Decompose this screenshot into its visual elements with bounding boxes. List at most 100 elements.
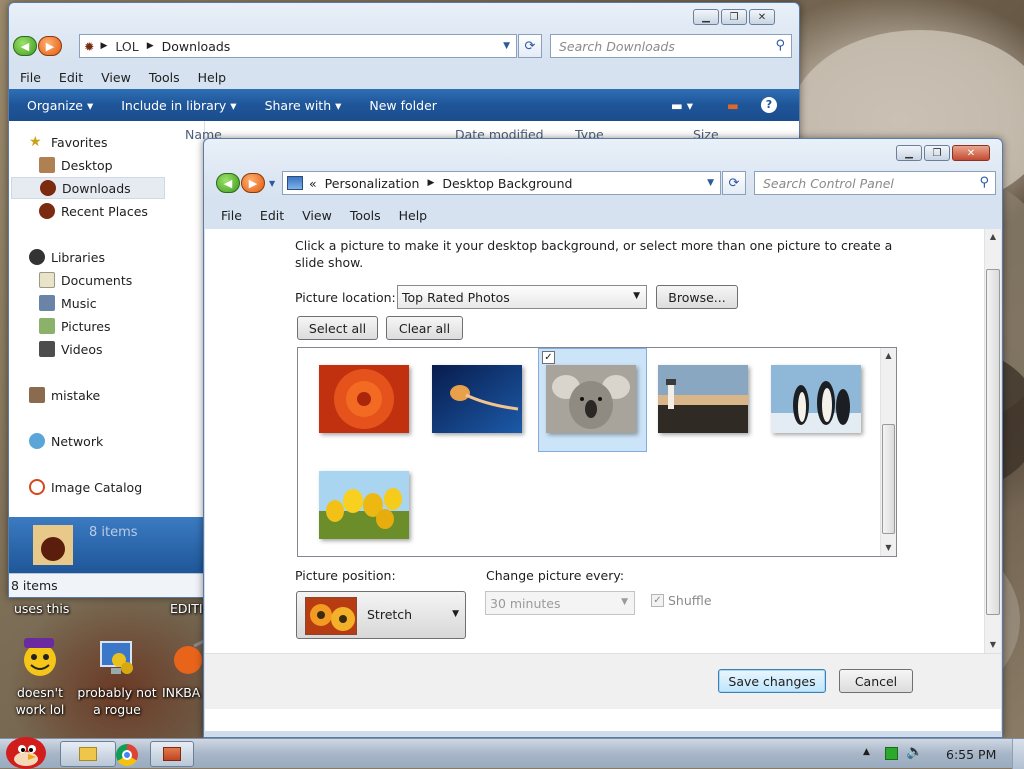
menu-edit[interactable]: Edit bbox=[251, 208, 293, 223]
taskbar-explorer-button[interactable] bbox=[60, 741, 116, 767]
browse-button[interactable]: Browse... bbox=[656, 285, 738, 309]
picture-location-dropdown[interactable]: Top Rated Photos ▼ bbox=[397, 285, 647, 309]
scroll-down-icon[interactable]: ▼ bbox=[985, 637, 1001, 653]
menu-tools[interactable]: Tools bbox=[341, 208, 390, 223]
share-with-button[interactable]: Share with ▾ bbox=[265, 98, 342, 113]
shuffle-checkbox[interactable]: ✓ Shuffle bbox=[651, 593, 712, 608]
view-options-icon[interactable]: ▬ ▾ bbox=[671, 98, 693, 113]
picture-position-dropdown[interactable]: Stretch ▼ bbox=[296, 591, 466, 639]
maximize-icon[interactable]: ❐ bbox=[721, 9, 747, 25]
nav-label: Favorites bbox=[51, 134, 108, 150]
menu-view[interactable]: View bbox=[293, 208, 341, 223]
breadcrumb-lol[interactable]: LOL bbox=[115, 39, 138, 54]
maximize-icon[interactable]: ❐ bbox=[924, 145, 950, 161]
checkbox-checked-icon[interactable]: ✓ bbox=[542, 351, 555, 364]
network-tray-icon[interactable] bbox=[885, 747, 898, 760]
scrollbar-thumb[interactable] bbox=[882, 424, 895, 534]
show-hidden-icons-icon[interactable]: ▲ bbox=[863, 747, 870, 757]
jellyfish-thumbnail[interactable] bbox=[432, 365, 522, 433]
search-input[interactable]: Search Downloads ⚲ bbox=[550, 34, 792, 58]
recent-pages-icon[interactable]: ▼ bbox=[269, 179, 275, 188]
breadcrumb-overflow-icon[interactable]: « bbox=[309, 176, 317, 191]
navigation-pane: ★ Favorites Desktop Downloads Recent Plac… bbox=[9, 121, 205, 517]
scroll-up-icon[interactable]: ▲ bbox=[985, 229, 1001, 245]
lighthouse-thumbnail[interactable] bbox=[658, 365, 748, 433]
nav-favorites[interactable]: ★ Favorites bbox=[29, 131, 199, 153]
address-bar[interactable]: ✹ ▶ LOL ▶ Downloads ▼ bbox=[79, 34, 517, 58]
main-scrollbar[interactable]: ▲ ▼ bbox=[984, 229, 1001, 653]
desktop-icon-yahoo[interactable]: doesn't work lol bbox=[0, 636, 80, 718]
search-icon[interactable]: ⚲ bbox=[979, 175, 989, 190]
volume-icon[interactable]: 🔈 bbox=[906, 744, 923, 760]
select-all-button[interactable]: Select all bbox=[297, 316, 378, 340]
save-changes-button[interactable]: Save changes bbox=[718, 669, 826, 693]
nav-libraries[interactable]: Libraries bbox=[29, 246, 199, 268]
penguins-thumbnail[interactable] bbox=[771, 365, 861, 433]
minimize-icon[interactable]: ▁ bbox=[896, 145, 922, 161]
chevron-down-icon[interactable]: ▼ bbox=[503, 41, 510, 51]
nav-downloads[interactable]: Downloads bbox=[11, 177, 165, 199]
nav-image-catalog[interactable]: Image Catalog bbox=[29, 476, 199, 498]
preview-pane-icon[interactable]: ▬ bbox=[727, 98, 739, 113]
close-icon[interactable]: ✕ bbox=[952, 145, 990, 161]
clear-all-button[interactable]: Clear all bbox=[386, 316, 463, 340]
cancel-button[interactable]: Cancel bbox=[839, 669, 913, 693]
back-button[interactable]: ◀ bbox=[13, 36, 37, 56]
status-text: 8 items bbox=[11, 578, 58, 593]
clock[interactable]: 6:55 PM bbox=[946, 747, 996, 762]
nav-mistake[interactable]: mistake bbox=[29, 384, 199, 406]
close-icon[interactable]: ✕ bbox=[749, 9, 775, 25]
yahoo-messenger-icon bbox=[24, 638, 56, 676]
gallery-scrollbar[interactable]: ▲ ▼ bbox=[880, 348, 896, 556]
desktop-icon-rogue[interactable]: probably not a rogue bbox=[77, 636, 157, 718]
search-input[interactable]: Search Control Panel ⚲ bbox=[754, 171, 996, 195]
refresh-button[interactable]: ⟳ bbox=[518, 34, 542, 58]
menu-file[interactable]: File bbox=[212, 208, 251, 223]
tulips-thumbnail[interactable] bbox=[319, 471, 409, 539]
network-icon bbox=[29, 433, 45, 449]
scroll-down-icon[interactable]: ▼ bbox=[881, 540, 896, 556]
organize-button[interactable]: Organize ▾ bbox=[27, 98, 93, 113]
flower-red-thumbnail[interactable] bbox=[319, 365, 409, 433]
chevron-down-icon[interactable]: ▼ bbox=[707, 178, 714, 188]
nav-label: Downloads bbox=[62, 180, 131, 196]
menu-edit[interactable]: Edit bbox=[50, 70, 92, 85]
nav-network[interactable]: Network bbox=[29, 430, 199, 452]
scroll-up-icon[interactable]: ▲ bbox=[881, 348, 896, 364]
address-bar[interactable]: « Personalization ▶ Desktop Background ▼ bbox=[282, 171, 721, 195]
menu-view[interactable]: View bbox=[92, 70, 140, 85]
back-button[interactable]: ◀ bbox=[216, 173, 240, 193]
menu-help[interactable]: Help bbox=[189, 70, 236, 85]
menu-tools[interactable]: Tools bbox=[140, 70, 189, 85]
refresh-button[interactable]: ⟳ bbox=[722, 171, 746, 195]
breadcrumb-downloads[interactable]: Downloads bbox=[162, 39, 231, 54]
instructions-text: Click a picture to make it your desktop … bbox=[295, 238, 893, 270]
change-picture-interval-dropdown[interactable]: 30 minutes ▼ bbox=[485, 591, 635, 615]
forward-button[interactable]: ▶ bbox=[241, 173, 265, 193]
nav-recent-places[interactable]: Recent Places bbox=[39, 200, 209, 222]
scrollbar-thumb[interactable] bbox=[986, 269, 1000, 615]
include-in-library-button[interactable]: Include in library ▾ bbox=[121, 98, 236, 113]
nav-desktop[interactable]: Desktop bbox=[39, 154, 209, 176]
picture-position-value: Stretch bbox=[367, 607, 413, 622]
start-button-angry-bird-icon[interactable] bbox=[2, 729, 52, 769]
menu-help[interactable]: Help bbox=[390, 208, 437, 223]
desktop-icon-inkball[interactable]: INKBA bbox=[150, 636, 211, 701]
help-icon[interactable]: ? bbox=[761, 97, 777, 113]
taskbar-control-panel-button[interactable] bbox=[150, 741, 194, 767]
koala-thumbnail-selected[interactable]: ✓ bbox=[538, 348, 647, 452]
nav-documents[interactable]: Documents bbox=[39, 269, 209, 291]
taskbar-chrome-button[interactable] bbox=[116, 744, 138, 766]
forward-button[interactable]: ▶ bbox=[38, 36, 62, 56]
breadcrumb-desktop-background[interactable]: Desktop Background bbox=[442, 176, 572, 191]
breadcrumb-personalization[interactable]: Personalization bbox=[325, 176, 420, 191]
menu-file[interactable]: File bbox=[11, 70, 50, 85]
nav-videos[interactable]: Videos bbox=[39, 338, 209, 360]
nav-music[interactable]: Music bbox=[39, 292, 209, 314]
search-icon[interactable]: ⚲ bbox=[775, 38, 785, 53]
show-desktop-button[interactable] bbox=[1012, 739, 1024, 769]
nav-pictures[interactable]: Pictures bbox=[39, 315, 209, 337]
new-folder-button[interactable]: New folder bbox=[369, 98, 437, 113]
minimize-icon[interactable]: ▁ bbox=[693, 9, 719, 25]
chrome-icon bbox=[122, 750, 132, 760]
